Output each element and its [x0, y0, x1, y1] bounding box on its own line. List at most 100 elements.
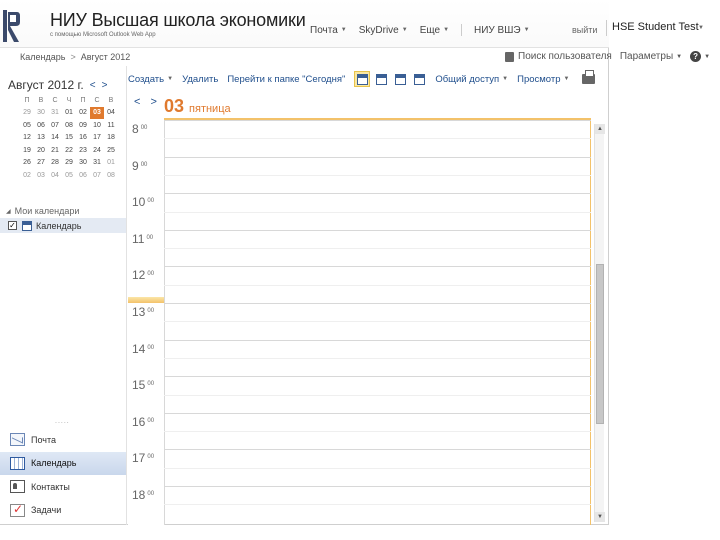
- options-menu[interactable]: Параметры ▼: [620, 51, 682, 62]
- weekday-label: П: [24, 96, 30, 104]
- my-calendars-group[interactable]: ◢ Мои календари: [6, 206, 79, 216]
- minical-weekdays: П В С Ч П С В: [20, 94, 118, 107]
- print-icon[interactable]: [582, 70, 596, 84]
- delete-button[interactable]: Удалить: [182, 74, 218, 85]
- minical-day[interactable]: 25: [104, 144, 118, 157]
- minical-day[interactable]: 10: [90, 119, 104, 132]
- nav-hse[interactable]: НИУ ВШЭ ▼: [474, 24, 530, 36]
- minical-day[interactable]: 02: [20, 169, 34, 182]
- minical-day[interactable]: 05: [62, 169, 76, 182]
- minical-day[interactable]: 14: [48, 132, 62, 145]
- share-menu[interactable]: Общий доступ ▼: [435, 74, 508, 85]
- module-contacts[interactable]: Контакты: [0, 475, 126, 499]
- scroll-down-arrow-icon[interactable]: ▼: [595, 512, 605, 522]
- scroll-up-arrow-icon[interactable]: ▲: [595, 124, 605, 134]
- vertical-scrollbar[interactable]: ▲ ▼: [594, 124, 605, 522]
- minical-day[interactable]: 03: [90, 106, 104, 119]
- minical-day[interactable]: 07: [90, 169, 104, 182]
- minical-day[interactable]: 24: [90, 144, 104, 157]
- minical-day[interactable]: 12: [20, 132, 34, 145]
- view-menu[interactable]: Просмотр ▼: [517, 74, 569, 85]
- half-hour-gridline: [164, 321, 591, 323]
- minical-day[interactable]: 05: [20, 119, 34, 132]
- view-week-button[interactable]: [392, 71, 408, 87]
- folder-item-calendar[interactable]: ✓ Календарь: [0, 218, 126, 233]
- minical-day[interactable]: 31: [48, 107, 62, 120]
- minical-day[interactable]: 22: [62, 144, 76, 157]
- hour-label: 12 00: [132, 268, 164, 282]
- minical-day[interactable]: 29: [62, 157, 76, 170]
- day-prev-button[interactable]: <: [134, 96, 140, 108]
- breadcrumb: Календарь > Август 2012: [20, 52, 130, 62]
- minical-day[interactable]: 04: [104, 107, 118, 120]
- minical-day[interactable]: 31: [90, 157, 104, 170]
- minical-day[interactable]: 21: [48, 144, 62, 157]
- user-name[interactable]: HSE Student Test: [612, 21, 701, 33]
- minical-day[interactable]: 08: [104, 169, 118, 182]
- pane-resize-grip[interactable]: .....: [55, 418, 70, 425]
- chevron-down-icon: ▼: [704, 53, 711, 60]
- calendar-toolbar: Создать ▼ Удалить Перейти к папке "Сегодн…: [128, 68, 609, 90]
- minical-day[interactable]: 23: [76, 144, 90, 157]
- minical-day[interactable]: 18: [104, 132, 118, 145]
- minical-day[interactable]: 03: [34, 169, 48, 182]
- view-day-button[interactable]: [354, 71, 371, 87]
- user-divider: [606, 20, 607, 36]
- chevron-down-icon[interactable]: ▼: [698, 25, 704, 31]
- minical-day[interactable]: 30: [76, 157, 90, 170]
- minical-day[interactable]: 07: [48, 119, 62, 132]
- minical-day[interactable]: 01: [62, 107, 76, 120]
- minical-day[interactable]: 19: [20, 144, 34, 157]
- minical-day[interactable]: 06: [76, 169, 90, 182]
- help-menu[interactable]: ? ▼: [690, 51, 710, 62]
- view-workweek-button[interactable]: [373, 71, 389, 87]
- breadcrumb-calendar[interactable]: Календарь: [20, 52, 65, 62]
- minical-day[interactable]: 02: [76, 107, 90, 120]
- day-next-button[interactable]: >: [150, 96, 156, 108]
- signout-link[interactable]: выйти: [572, 25, 597, 35]
- minical-day[interactable]: 20: [34, 144, 48, 157]
- chevron-down-icon: ▼: [523, 27, 530, 33]
- minical-prev-button[interactable]: <: [90, 80, 96, 91]
- hour-minutes: 00: [140, 125, 148, 131]
- minical-day[interactable]: 30: [34, 107, 48, 120]
- module-mail[interactable]: Почта: [0, 428, 126, 452]
- half-hour-gridline: [164, 431, 591, 433]
- module-tasks[interactable]: Задачи: [0, 499, 126, 523]
- minical-day[interactable]: 27: [34, 157, 48, 170]
- nav-more[interactable]: Еще ▼: [420, 24, 449, 36]
- hour-minutes: 00: [147, 381, 155, 388]
- half-hour-gridline: [164, 138, 591, 140]
- nav-skydrive[interactable]: SkyDrive ▼: [359, 24, 408, 36]
- module-calendar[interactable]: Календарь: [0, 451, 126, 475]
- minical-week: 12 13 14 15 16 17 18: [20, 132, 118, 145]
- hour-gridline: [164, 376, 591, 378]
- minical-day[interactable]: 06: [34, 119, 48, 132]
- hour-gridline: [164, 303, 591, 304]
- view-month-button[interactable]: [411, 71, 427, 87]
- minical-day[interactable]: 28: [48, 157, 62, 170]
- minical-day[interactable]: 16: [76, 132, 90, 145]
- minical-day[interactable]: 04: [48, 169, 62, 182]
- minical-day[interactable]: 15: [62, 132, 76, 145]
- people-icon: [505, 51, 514, 62]
- create-button[interactable]: Создать ▼: [128, 74, 173, 85]
- minical-day[interactable]: 09: [76, 119, 90, 132]
- minical-day[interactable]: 13: [34, 132, 48, 145]
- goto-today-button[interactable]: Перейти к папке "Сегодня": [227, 74, 345, 85]
- minical-days: 29 30 31 01 02 03 04 05 06 07 08 09 10 11 12 13 14 15 16 17…: [20, 106, 118, 182]
- search-people-link[interactable]: Поиск пользователя: [505, 51, 612, 62]
- nav-mail[interactable]: Почта ▼: [310, 24, 347, 36]
- minical-day[interactable]: 17: [90, 132, 104, 145]
- right-links: Поиск пользователя Параметры ▼ ? ▼: [505, 51, 718, 62]
- scroll-thumb[interactable]: [596, 264, 604, 424]
- minical-next-button[interactable]: >: [102, 80, 108, 91]
- calendar-checkbox[interactable]: ✓: [8, 221, 17, 230]
- day-column[interactable]: [164, 120, 591, 525]
- minical-day[interactable]: 01: [104, 157, 118, 170]
- minical-day[interactable]: 08: [62, 119, 76, 132]
- minical-day[interactable]: 11: [104, 119, 118, 132]
- minical-day[interactable]: 26: [20, 157, 34, 170]
- collapse-triangle-icon[interactable]: ◢: [6, 208, 11, 215]
- minical-day[interactable]: 29: [20, 107, 34, 120]
